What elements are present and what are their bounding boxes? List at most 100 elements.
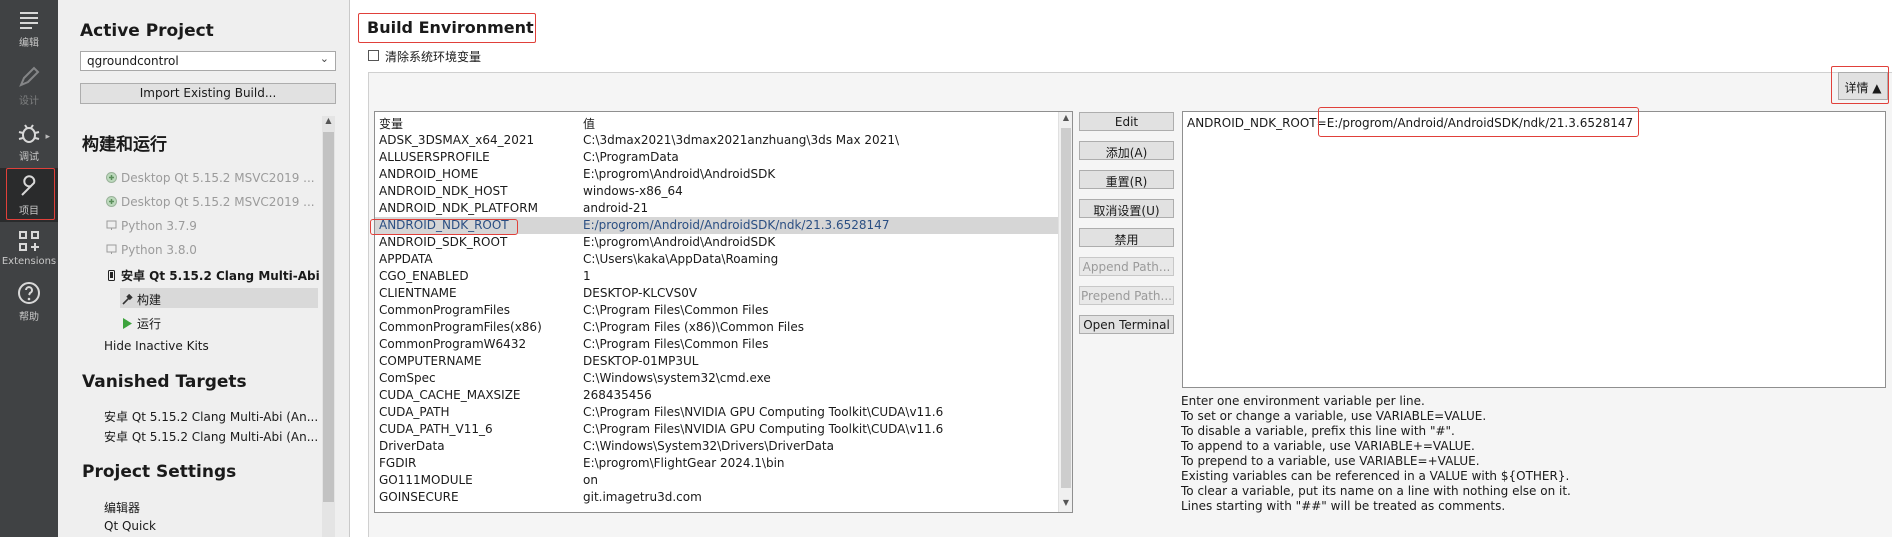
table-row[interactable]: APPDATA C:\Users\kaka\AppData\Roaming <box>375 251 1060 268</box>
table-row[interactable]: GO111MODULE on <box>375 472 1060 489</box>
table-row[interactable]: CommonProgramW6432 C:\Program Files\Commo… <box>375 336 1060 353</box>
kit-item[interactable]: Desktop Qt 5.15.2 MSVC2019 ... <box>106 171 315 185</box>
row-value: C:\Program Files\Common Files <box>583 337 769 351</box>
help-icon <box>18 282 40 304</box>
kit-item[interactable]: Python 3.8.0 <box>106 243 197 257</box>
table-row[interactable]: ANDROID_HOME E:\progrom\Android\AndroidSD… <box>375 166 1060 183</box>
scroll-down-icon[interactable]: ▼ <box>1059 498 1072 507</box>
table-row[interactable]: COMPUTERNAME DESKTOP-01MP3UL <box>375 353 1060 370</box>
action-button[interactable]: 禁用 <box>1079 228 1174 247</box>
mode-help[interactable]: 帮助 <box>0 274 58 330</box>
kit-item[interactable]: Desktop Qt 5.15.2 MSVC2019 ... <box>106 195 315 209</box>
vanished-target-item[interactable]: 安卓 Qt 5.15.2 Clang Multi-Abi (An... <box>104 428 318 445</box>
table-row[interactable]: FGDIR E:\progrom\FlightGear 2024.1\bin <box>375 455 1060 472</box>
table-row[interactable]: ComSpec C:\Windows\system32\cmd.exe <box>375 370 1060 387</box>
table-row[interactable]: CUDA_CACHE_MAXSIZE 268435456 <box>375 387 1060 404</box>
row-value: DESKTOP-KLCVS0V <box>583 286 698 300</box>
project-combo[interactable]: qgroundcontrol ⌄ <box>80 51 336 71</box>
table-header: 变量 值 <box>375 112 1060 132</box>
row-variable: CommonProgramFiles <box>379 303 511 317</box>
kit-label: Python 3.7.9 <box>121 219 197 233</box>
row-value: C:\ProgramData <box>583 150 679 164</box>
row-value: E:\progrom\FlightGear 2024.1\bin <box>583 456 785 470</box>
nav-item-label: 运行 <box>137 317 162 331</box>
row-value: C:\Program Files (x86)\Common Files <box>583 320 805 334</box>
clear-env-checkbox[interactable] <box>368 50 379 61</box>
row-value: git.imagetru3d.com <box>583 490 702 504</box>
kit-item[interactable]: Python 3.7.9 <box>106 219 197 233</box>
design-icon <box>19 66 40 87</box>
nav-scrollbar-thumb[interactable] <box>323 132 334 502</box>
action-button[interactable]: 取消设置(U) <box>1079 199 1174 218</box>
row-variable: CGO_ENABLED <box>379 269 469 283</box>
nav-item-label: 构建 <box>137 293 162 307</box>
row-value: C:\3dmax2021\3dmax2021anzhuang\3ds Max 2… <box>583 133 899 147</box>
action-button[interactable]: Open Terminal <box>1079 315 1174 334</box>
scroll-up-icon[interactable]: ▲ <box>1059 113 1072 122</box>
table-row[interactable]: ANDROID_NDK_HOST windows-x86_64 <box>375 183 1060 200</box>
table-row[interactable]: ADSK_3DSMAX_x64_2021 C:\3dmax2021\3dmax20… <box>375 132 1060 149</box>
help-line: To set or change a variable, use VARIABL… <box>1181 409 1487 423</box>
table-scrollbar[interactable]: ▲ ▼ <box>1058 112 1072 512</box>
action-button[interactable]: 重置(R) <box>1079 170 1174 189</box>
debug-icon <box>18 124 40 143</box>
table-row[interactable]: GOINSECURE git.imagetru3d.com <box>375 489 1060 506</box>
mode-bar: 编辑 设计 调试 ▸ 项目 Extensions 帮助 <box>0 0 58 537</box>
mode-design[interactable]: 设计 <box>0 58 58 114</box>
environment-editor[interactable]: ANDROID_NDK_ROOT=E:/progrom/Android/Andr… <box>1182 111 1886 388</box>
table-row[interactable]: CGO_ENABLED 1 <box>375 268 1060 285</box>
table-row[interactable]: CUDA_PATH_V11_6 C:\Program Files\NVIDIA G… <box>375 421 1060 438</box>
table-scrollbar-thumb[interactable] <box>1061 128 1071 488</box>
action-button[interactable]: Prepend Path... <box>1079 286 1174 305</box>
nav-item-build[interactable]: 构建 <box>122 291 161 308</box>
settings-item-editor[interactable]: 编辑器 <box>104 499 140 516</box>
table-row[interactable]: CLIENTNAME DESKTOP-KLCVS0V <box>375 285 1060 302</box>
settings-item-qtquick[interactable]: Qt Quick <box>104 519 156 533</box>
row-variable: CUDA_CACHE_MAXSIZE <box>379 388 521 402</box>
table-row[interactable]: ALLUSERSPROFILE C:\ProgramData <box>375 149 1060 166</box>
row-value: E:/progrom/Android/AndroidSDK/ndk/21.3.6… <box>583 218 890 232</box>
table-row[interactable]: DriverData C:\Windows\System32\Drivers\Dr… <box>375 438 1060 455</box>
nav-scrollbar[interactable]: ▲ <box>322 116 335 537</box>
row-variable: COMPUTERNAME <box>379 354 482 368</box>
build-run-heading: 构建和运行 <box>82 135 167 155</box>
column-header-value[interactable]: 值 <box>583 115 595 132</box>
table-row[interactable]: ANDROID_NDK_PLATFORM android-21 <box>375 200 1060 217</box>
import-existing-build-button[interactable]: Import Existing Build... <box>80 83 336 104</box>
row-variable: ComSpec <box>379 371 436 385</box>
highlight-box <box>370 219 518 235</box>
mode-projects[interactable]: 项目 <box>0 168 58 222</box>
extensions-icon <box>19 231 39 251</box>
row-variable: ANDROID_SDK_ROOT <box>379 235 508 249</box>
table-row[interactable]: CommonProgramFiles C:\Program Files\Commo… <box>375 302 1060 319</box>
action-button[interactable]: Edit <box>1079 112 1174 131</box>
help-line: To disable a variable, prefix this line … <box>1181 424 1455 438</box>
mode-label: 调试 <box>19 152 39 163</box>
kit-label: Desktop Qt 5.15.2 MSVC2019 ... <box>121 171 315 185</box>
help-line: Enter one environment variable per line. <box>1181 394 1425 408</box>
hide-inactive-kits-link[interactable]: Hide Inactive Kits <box>104 339 209 353</box>
row-value: E:\progrom\Android\AndroidSDK <box>583 167 776 181</box>
row-variable: CommonProgramW6432 <box>379 337 527 351</box>
scroll-up-icon[interactable]: ▲ <box>322 116 335 125</box>
row-value: 268435456 <box>583 388 652 402</box>
kit-desktop-icon <box>106 172 117 183</box>
nav-item-run[interactable]: 运行 <box>122 315 161 332</box>
kit-item-android[interactable]: 安卓 Qt 5.15.2 Clang Multi-Abi <box>106 267 320 284</box>
table-row[interactable]: ANDROID_SDK_ROOT E:\progrom\Android\Andro… <box>375 234 1060 251</box>
row-variable: ANDROID_HOME <box>379 167 479 181</box>
mode-extensions[interactable]: Extensions <box>0 222 58 278</box>
environment-table[interactable]: 变量 值 ADSK_3DSMAX_x64_2021 C:\3dmax2021\3d… <box>374 111 1073 513</box>
action-button[interactable]: Append Path... <box>1079 257 1174 276</box>
monitor-icon <box>106 220 117 230</box>
vanished-target-item[interactable]: 安卓 Qt 5.15.2 Clang Multi-Abi (An... <box>104 408 318 425</box>
help-line: Lines starting with "##" will be treated… <box>1181 499 1506 513</box>
table-row[interactable]: CUDA_PATH C:\Program Files\NVIDIA GPU Com… <box>375 404 1060 421</box>
column-header-variable[interactable]: 变量 <box>379 115 403 132</box>
kit-label: 安卓 Qt 5.15.2 Clang Multi-Abi <box>121 269 320 283</box>
table-row[interactable]: CommonProgramFiles(x86) C:\Program Files … <box>375 319 1060 336</box>
mode-edit[interactable]: 编辑 <box>0 0 58 56</box>
help-line: To clear a variable, put its name on a l… <box>1181 484 1571 498</box>
action-button[interactable]: 添加(A) <box>1079 141 1174 160</box>
mode-debug[interactable]: 调试 ▸ <box>0 114 58 170</box>
